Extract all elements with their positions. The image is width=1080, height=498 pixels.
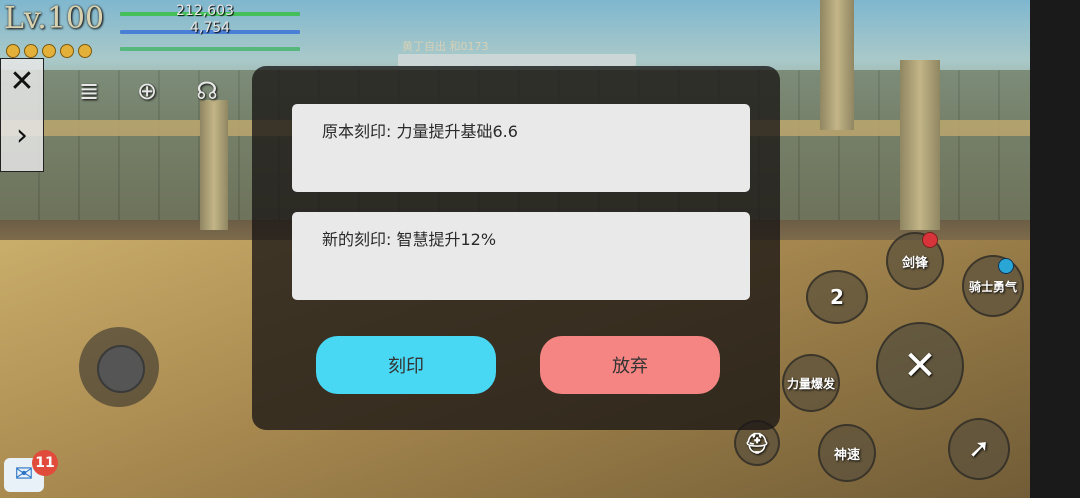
star-icon	[60, 44, 74, 58]
new-inscription-text: 新的刻印: 智慧提升12%	[322, 230, 497, 249]
original-inscription-text: 原本刻印: 力量提升基础6.6	[322, 122, 518, 141]
target-icon[interactable]: ⊕	[132, 76, 162, 106]
skill-knight-courage-button[interactable]: 骑士勇气	[962, 255, 1024, 317]
dash-skill-button[interactable]: ➚	[948, 418, 1010, 480]
star-icon	[6, 44, 20, 58]
right-edge-panel	[1030, 0, 1080, 498]
joystick-knob[interactable]	[97, 345, 145, 393]
pillar	[200, 100, 228, 230]
skill-speed-button[interactable]: 神速	[818, 424, 876, 482]
player-level: Lv.100	[4, 1, 105, 36]
original-inscription-box: 原本刻印: 力量提升基础6.6	[292, 104, 750, 192]
blue-gem-icon	[998, 258, 1014, 274]
xp-bar	[120, 47, 300, 51]
scroll-icon[interactable]: ≣	[74, 76, 104, 106]
side-menu: ✕ ›	[0, 58, 44, 172]
pillar	[820, 0, 854, 130]
chat-unread-badge: 11	[32, 450, 58, 476]
abandon-button[interactable]: 放弃	[540, 336, 720, 394]
target-name: 黄丁自出 和0173	[402, 40, 489, 53]
star-icon	[78, 44, 92, 58]
support-icon[interactable]: ☊	[192, 76, 222, 106]
close-icon[interactable]: ✕	[7, 67, 37, 97]
red-gem-icon	[922, 232, 938, 248]
star-icon	[42, 44, 56, 58]
new-inscription-box: 新的刻印: 智慧提升12%	[292, 212, 750, 300]
movement-joystick[interactable]	[79, 327, 159, 407]
main-attack-button[interactable]: ✕	[876, 322, 964, 410]
skill-slot-2[interactable]: 2	[806, 270, 868, 324]
chevron-right-icon[interactable]: ›	[7, 121, 37, 151]
target-health-bar	[398, 54, 636, 66]
star-icon	[24, 44, 38, 58]
skill-power-burst-button[interactable]: 力量爆发	[782, 354, 840, 412]
pillar	[900, 60, 940, 230]
rank-stars	[6, 44, 92, 58]
inscribe-button[interactable]: 刻印	[316, 336, 496, 394]
hp-value: 212,603	[176, 3, 234, 19]
mp-value: 4,754	[190, 20, 231, 36]
inscription-dialog: 原本刻印: 力量提升基础6.6 新的刻印: 智慧提升12% 刻印 放弃	[252, 66, 780, 430]
